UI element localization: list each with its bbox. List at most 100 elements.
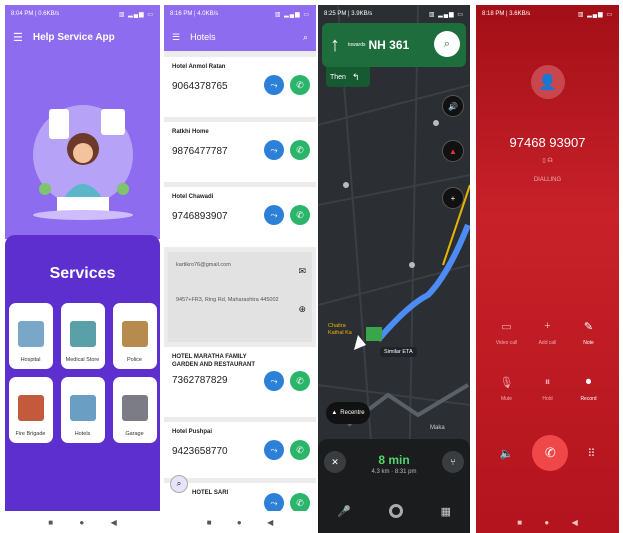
report-icon[interactable]: +	[442, 187, 464, 209]
apps-icon[interactable]: ▦	[441, 505, 451, 518]
menu-icon[interactable]: ☰	[13, 31, 23, 44]
note-icon: ✎	[583, 321, 594, 333]
hero-illustration	[5, 69, 160, 239]
home-icon[interactable]	[388, 504, 403, 518]
speaker-icon[interactable]: 🔈	[500, 447, 514, 460]
recents-icon[interactable]: ■	[48, 518, 53, 527]
email-icon[interactable]: ✉	[298, 266, 306, 277]
help-service-home-screen: 8:04 PM | 0.6KB/s ▥ ▂▄▆ ▭ ☰ Help Service…	[5, 5, 160, 533]
compass-icon[interactable]: ▲	[442, 140, 464, 162]
list-item[interactable]: HOTEL MARATHA FAMILY GARDEN AND RESTAURA…	[164, 347, 316, 417]
dialed-number: 97468 93907	[509, 135, 586, 150]
back-icon[interactable]: ◀	[111, 518, 117, 527]
app-title: Help Service App	[32, 31, 115, 43]
dialpad-icon[interactable]: ⠿	[587, 447, 595, 460]
hotel-name: Ratkhi Home	[172, 129, 209, 135]
phone-icon[interactable]: ✆	[290, 140, 310, 160]
record-button[interactable]: ⏺ Record	[568, 376, 609, 402]
video-call-button[interactable]: ▭ Video call	[486, 320, 527, 346]
share-icon[interactable]: ⤳	[264, 140, 284, 160]
share-icon[interactable]: ⤳	[264, 75, 284, 95]
garage-icon	[121, 395, 148, 421]
route-alt-label[interactable]: Similar ETA	[380, 347, 417, 357]
system-nav-bar: ■ ● ◀	[164, 511, 316, 533]
sound-icon[interactable]: 🔊	[442, 95, 464, 117]
home-icon[interactable]: ●	[544, 518, 549, 527]
call-dialing-screen: 8:18 PM | 3.6KB/s ▥ ▂▄▆ ▭ 👤 97468 93907 …	[476, 5, 619, 533]
status-time: 8:18 PM | 3.6KB/s	[482, 11, 531, 17]
bottom-nav-bar: 🎤 ▦	[318, 489, 470, 533]
service-card-garage[interactable]: Garage	[112, 377, 157, 443]
map-place-label: Chaitra Kathal Ka	[328, 323, 352, 336]
avatar: 👤	[530, 65, 565, 99]
turn-instruction-banner[interactable]: ↑ towards NH 361 ⌕	[322, 23, 466, 67]
services-grid: Hospital Medical Store Police Fire Briga…	[5, 303, 160, 443]
status-time: 8:04 PM | 0.6KB/s	[11, 11, 60, 17]
microphone-icon[interactable]: 🎤	[337, 505, 351, 518]
list-item[interactable]: Hotel Chawadi 9746893907 ⤳ ✆	[164, 187, 316, 247]
recents-icon[interactable]: ■	[517, 518, 522, 527]
add-call-button[interactable]: + Add call	[527, 320, 568, 346]
recentre-button[interactable]: ▲ Recentre	[326, 402, 370, 424]
hotel-name: Hotel Chawadi	[172, 194, 214, 200]
system-nav-bar: ■ ● ◀	[5, 511, 160, 533]
status-bar: 8:18 PM | 3.6KB/s ▥ ▂▄▆ ▭	[476, 5, 619, 23]
location-icon[interactable]: ⊕	[298, 304, 306, 315]
call-actions-grid: ▭ Video call + Add call ✎ Note 🎙 Mute ⏸ Hold …	[486, 320, 609, 402]
service-card-hotels[interactable]: Hotels	[60, 377, 105, 443]
hotel-name: HOTEL MARATHA FAMILY GARDEN AND RESTAURA…	[172, 354, 255, 368]
app-bar: ☰ Help Service App	[5, 23, 160, 51]
navigation-map-screen: 8:25 PM | 3.9KB/s ▥ ▂▄▆ ▭ ↑ towards NH 3…	[318, 5, 470, 533]
share-icon[interactable]: ⤳	[264, 493, 284, 513]
search-icon[interactable]: ⌕	[303, 32, 308, 43]
status-icons: ▥ ▂▄▆ ▭	[274, 11, 310, 18]
page-title: Hotels	[190, 32, 216, 42]
share-icon[interactable]: ⤳	[264, 371, 284, 391]
hotel-name: Hotel Pushpai	[172, 429, 213, 435]
recents-icon[interactable]: ■	[207, 518, 212, 527]
hold-button[interactable]: ⏸ Hold	[527, 376, 568, 402]
service-card-fire-brigade[interactable]: Fire Brigade	[8, 377, 53, 443]
mute-button[interactable]: 🎙 Mute	[486, 376, 527, 402]
app-bar: ☰ Hotels ⌕	[164, 23, 316, 51]
back-icon[interactable]: ◀	[267, 518, 273, 527]
hotel-address: 9457+FR3, Ring Rd, Maharashtra 445002	[176, 297, 279, 303]
zoom-icon[interactable]: ⌕	[170, 475, 188, 493]
hold-icon: ⏸	[544, 376, 551, 388]
system-nav-bar: ■ ● ◀	[476, 511, 619, 533]
back-icon[interactable]: ◀	[572, 518, 578, 527]
status-time: 8:25 PM | 3.9KB/s	[324, 11, 373, 17]
record-icon: ⏺	[585, 376, 592, 388]
menu-icon[interactable]: ☰	[172, 32, 180, 42]
home-icon[interactable]: ●	[79, 518, 84, 527]
status-time: 8:16 PM | 4.0KB/s	[170, 11, 219, 17]
share-icon[interactable]: ⤳	[264, 440, 284, 460]
status-icons: ▥ ▂▄▆ ▭	[577, 11, 613, 18]
list-item[interactable]: Ratkhi Home 9876477787 ⤳ ✆	[164, 122, 316, 182]
alt-routes-icon[interactable]: ⑂	[442, 451, 464, 473]
end-call-button[interactable]: ✆	[532, 435, 569, 471]
list-item[interactable]: Hotel Pushpai 9423658770 ⤳ ✆	[164, 422, 316, 478]
call-controls: 🔈 ✆ ⠿	[476, 435, 619, 471]
phone-icon[interactable]: ✆	[290, 371, 310, 391]
service-card-medical-store[interactable]: Medical Store	[60, 303, 105, 369]
hotel-detail-panel: kartikro76@gmail.com ✉ 9457+FR3, Ring Rd…	[168, 252, 312, 342]
service-card-police[interactable]: Police	[112, 303, 157, 369]
hotels-list-screen: 8:16 PM | 4.0KB/s ▥ ▂▄▆ ▭ ☰ Hotels ⌕ Hote…	[164, 5, 316, 533]
home-icon[interactable]: ●	[237, 518, 242, 527]
phone-icon[interactable]: ✆	[290, 493, 310, 513]
note-button[interactable]: ✎ Note	[568, 320, 609, 346]
service-card-hospital[interactable]: Hospital	[8, 303, 53, 369]
arrow-up-icon: ↑	[330, 33, 340, 56]
share-icon[interactable]: ⤳	[264, 205, 284, 225]
phone-icon[interactable]: ✆	[290, 205, 310, 225]
add-icon: +	[544, 320, 551, 332]
status-icons: ▥ ▂▄▆ ▭	[118, 11, 154, 18]
list-item[interactable]: Hotel Anmol Ratan 9064378765 ⤳ ✆	[164, 57, 316, 117]
hotel-name: Hotel Anmol Ratan	[172, 64, 226, 70]
mute-icon: 🎙	[499, 377, 514, 389]
fire-brigade-icon	[17, 395, 44, 421]
phone-icon[interactable]: ✆	[290, 440, 310, 460]
phone-icon[interactable]: ✆	[290, 75, 310, 95]
search-icon[interactable]: ⌕	[434, 31, 460, 57]
